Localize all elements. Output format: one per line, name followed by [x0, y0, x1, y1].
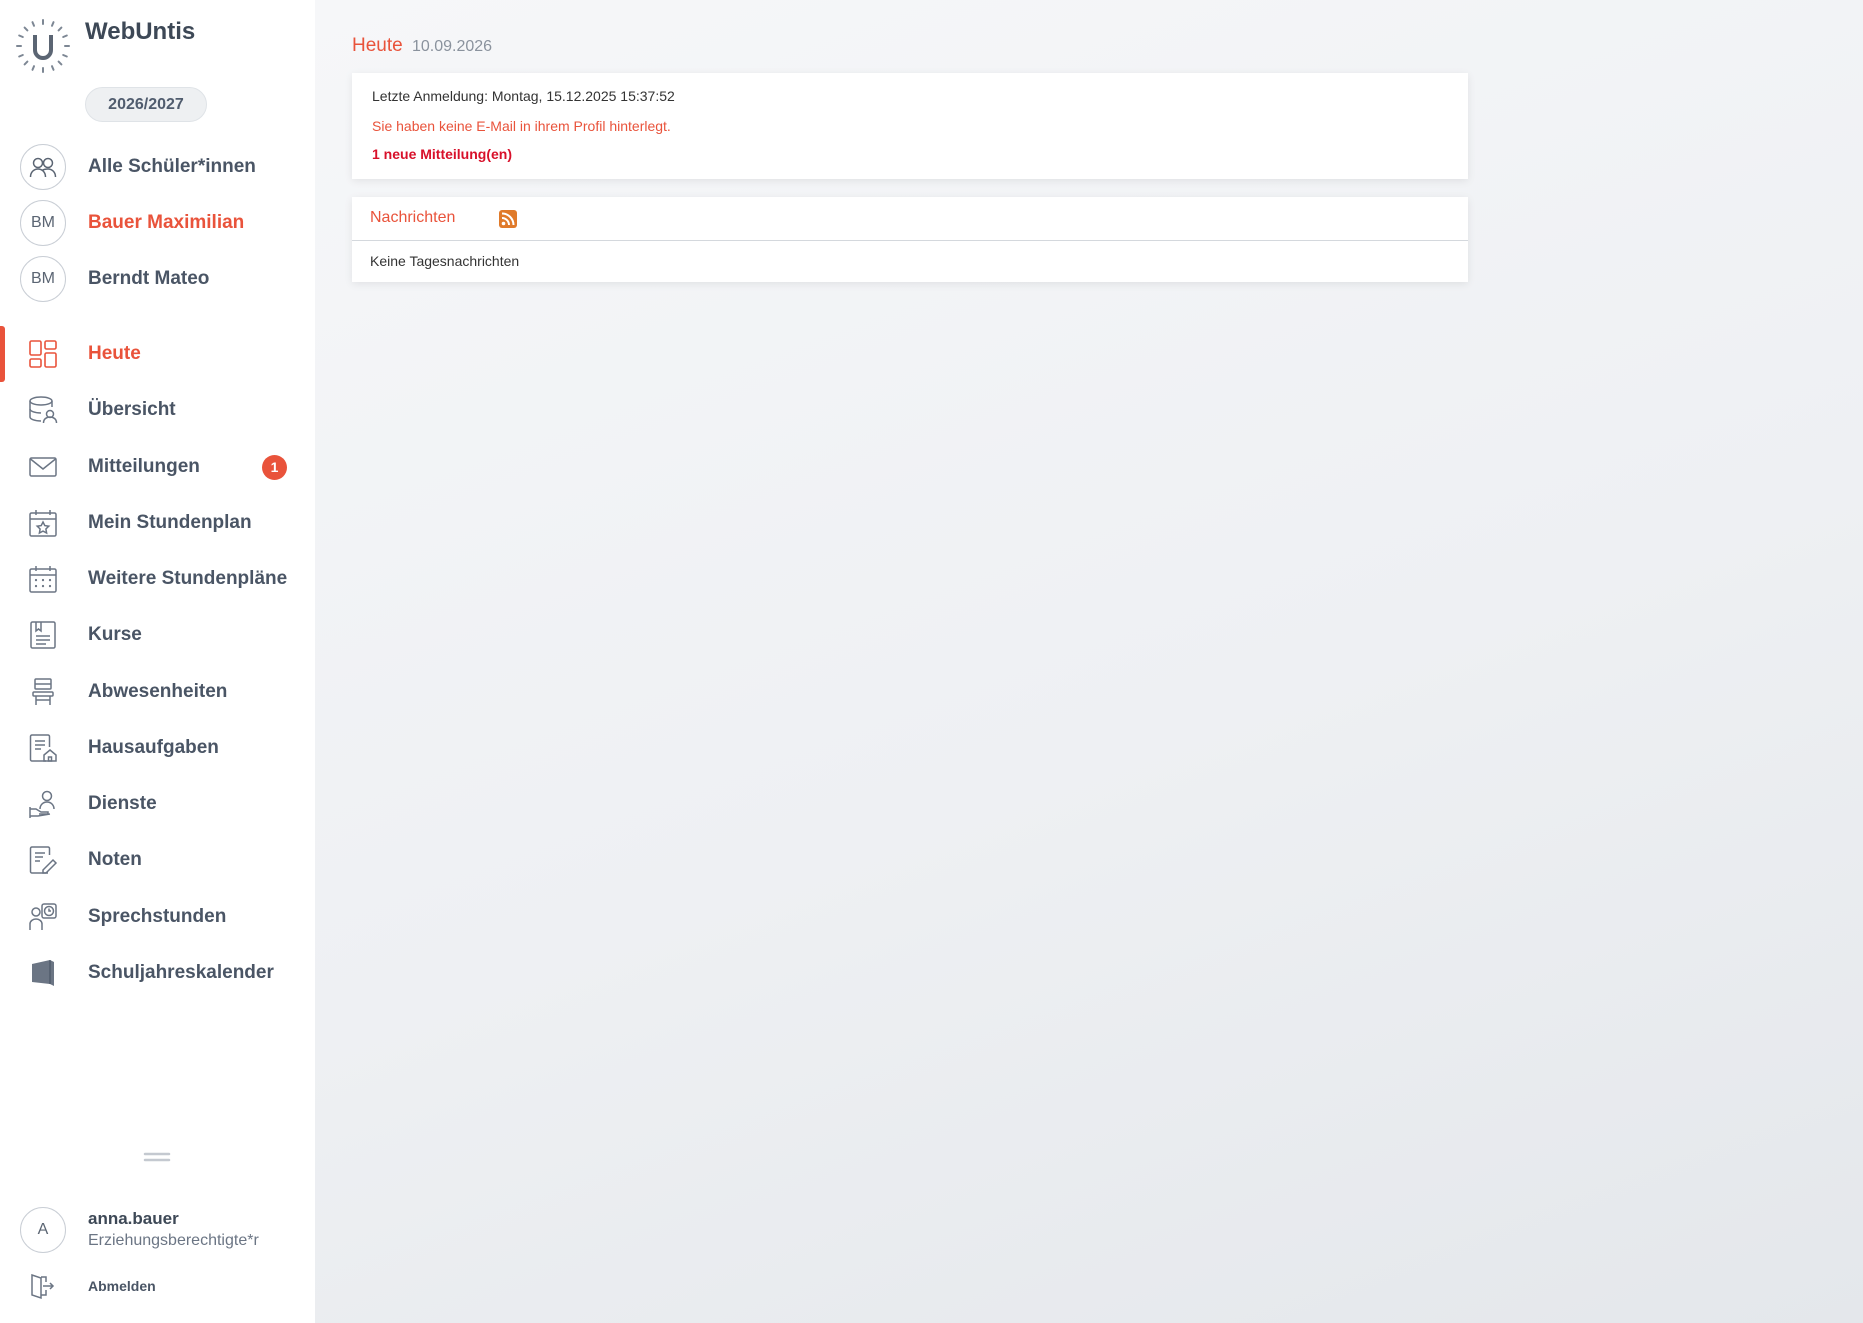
webuntis-logo-icon[interactable] [15, 18, 71, 74]
dashboard-icon [27, 338, 59, 370]
nav-label: Abwesenheiten [88, 681, 228, 702]
overview-icon [27, 394, 59, 426]
last-login-text: Letzte Anmeldung: Montag, 15.12.2025 15:… [372, 88, 675, 104]
courses-icon [27, 619, 59, 651]
avatar: BM [20, 200, 66, 246]
user-menu[interactable]: A [20, 1207, 66, 1253]
login-info-card: Letzte Anmeldung: Montag, 15.12.2025 15:… [352, 73, 1468, 179]
calendar-grid-icon [27, 563, 59, 595]
page-title: Heute 10.09.2026 [352, 35, 492, 57]
chair-icon [27, 676, 59, 708]
nav-label: Schuljahreskalender [88, 962, 274, 983]
avatar: BM [20, 256, 66, 302]
school-year-button[interactable]: 2026/2027 [85, 87, 207, 122]
user-name[interactable]: anna.bauer [88, 1209, 179, 1229]
year-calendar-icon [27, 957, 59, 989]
nav-item-schuljahreskalender[interactable]: Schuljahreskalender [0, 948, 315, 998]
student-item-bauer-maximilian[interactable]: BM Bauer Maximilian [20, 200, 300, 246]
nav-item-sprechstunden[interactable]: Sprechstunden [0, 892, 315, 942]
logout-icon [27, 1272, 55, 1300]
nav-label: Mein Stundenplan [88, 512, 252, 533]
nav-item-mein-stundenplan[interactable]: Mein Stundenplan [0, 498, 315, 548]
nav-label: Übersicht [88, 399, 176, 420]
nav-label: Sprechstunden [88, 906, 227, 927]
student-item-berndt-mateo[interactable]: BM Berndt Mateo [20, 256, 300, 302]
logout-label: Abmelden [88, 1278, 156, 1294]
mail-icon [27, 451, 59, 483]
news-empty-text: Keine Tagesnachrichten [370, 253, 520, 269]
nav-item-heute[interactable]: Heute [0, 326, 315, 382]
nav-item-dienste[interactable]: Dienste [0, 779, 315, 829]
news-card-title: Nachrichten [370, 209, 456, 226]
nav-item-noten[interactable]: Noten [0, 835, 315, 885]
new-messages-link[interactable]: 1 neue Mitteilung(en) [372, 146, 512, 162]
page-title-text: Heute [352, 35, 403, 56]
duty-icon [27, 788, 59, 820]
active-indicator [0, 326, 5, 382]
news-card: Nachrichten Keine Tagesnachrichten [352, 197, 1468, 282]
nav-label: Kurse [88, 624, 142, 645]
nav-label: Dienste [88, 793, 157, 814]
student-label: Alle Schüler*innen [88, 156, 256, 177]
rss-icon[interactable] [499, 210, 517, 228]
sidebar: WebUntis 2026/2027 Alle Schüler*innen BM… [0, 0, 315, 1323]
sidebar-collapse-handle-icon[interactable] [143, 1150, 171, 1162]
email-warning-link[interactable]: Sie haben keine E-Mail in ihrem Profil h… [372, 118, 671, 134]
nav-item-weitere-stundenplaene[interactable]: Weitere Stundenpläne [0, 554, 315, 604]
nav-item-uebersicht[interactable]: Übersicht [0, 385, 315, 435]
main-content: Heute 10.09.2026 Letzte Anmeldung: Monta… [315, 0, 1863, 1323]
user-role: Erziehungsberechtigte*r [88, 1232, 259, 1249]
nav-label: Mitteilungen [88, 456, 200, 477]
nav-label: Heute [88, 343, 141, 364]
page-date: 10.09.2026 [411, 38, 493, 55]
office-hours-icon [27, 901, 59, 933]
calendar-star-icon [27, 507, 59, 539]
nav-label: Hausaufgaben [88, 737, 219, 758]
nav-item-mitteilungen[interactable]: Mitteilungen 1 [0, 442, 315, 492]
nav-label: Weitere Stundenpläne [88, 568, 288, 589]
nav-item-hausaufgaben[interactable]: Hausaufgaben [0, 723, 315, 773]
user-avatar: A [20, 1207, 66, 1253]
student-item-all[interactable]: Alle Schüler*innen [20, 144, 300, 190]
logout-button[interactable]: Abmelden [27, 1271, 287, 1301]
nav-label: Noten [88, 849, 142, 870]
group-icon [20, 144, 66, 190]
student-label: Berndt Mateo [88, 268, 210, 289]
nav-item-abwesenheiten[interactable]: Abwesenheiten [0, 667, 315, 717]
nav-item-kurse[interactable]: Kurse [0, 610, 315, 660]
app-title: WebUntis [85, 18, 196, 45]
student-label: Bauer Maximilian [88, 212, 245, 233]
grades-icon [27, 844, 59, 876]
news-card-header: Nachrichten [352, 197, 1468, 241]
unread-count-badge: 1 [262, 454, 287, 480]
homework-icon [27, 732, 59, 764]
